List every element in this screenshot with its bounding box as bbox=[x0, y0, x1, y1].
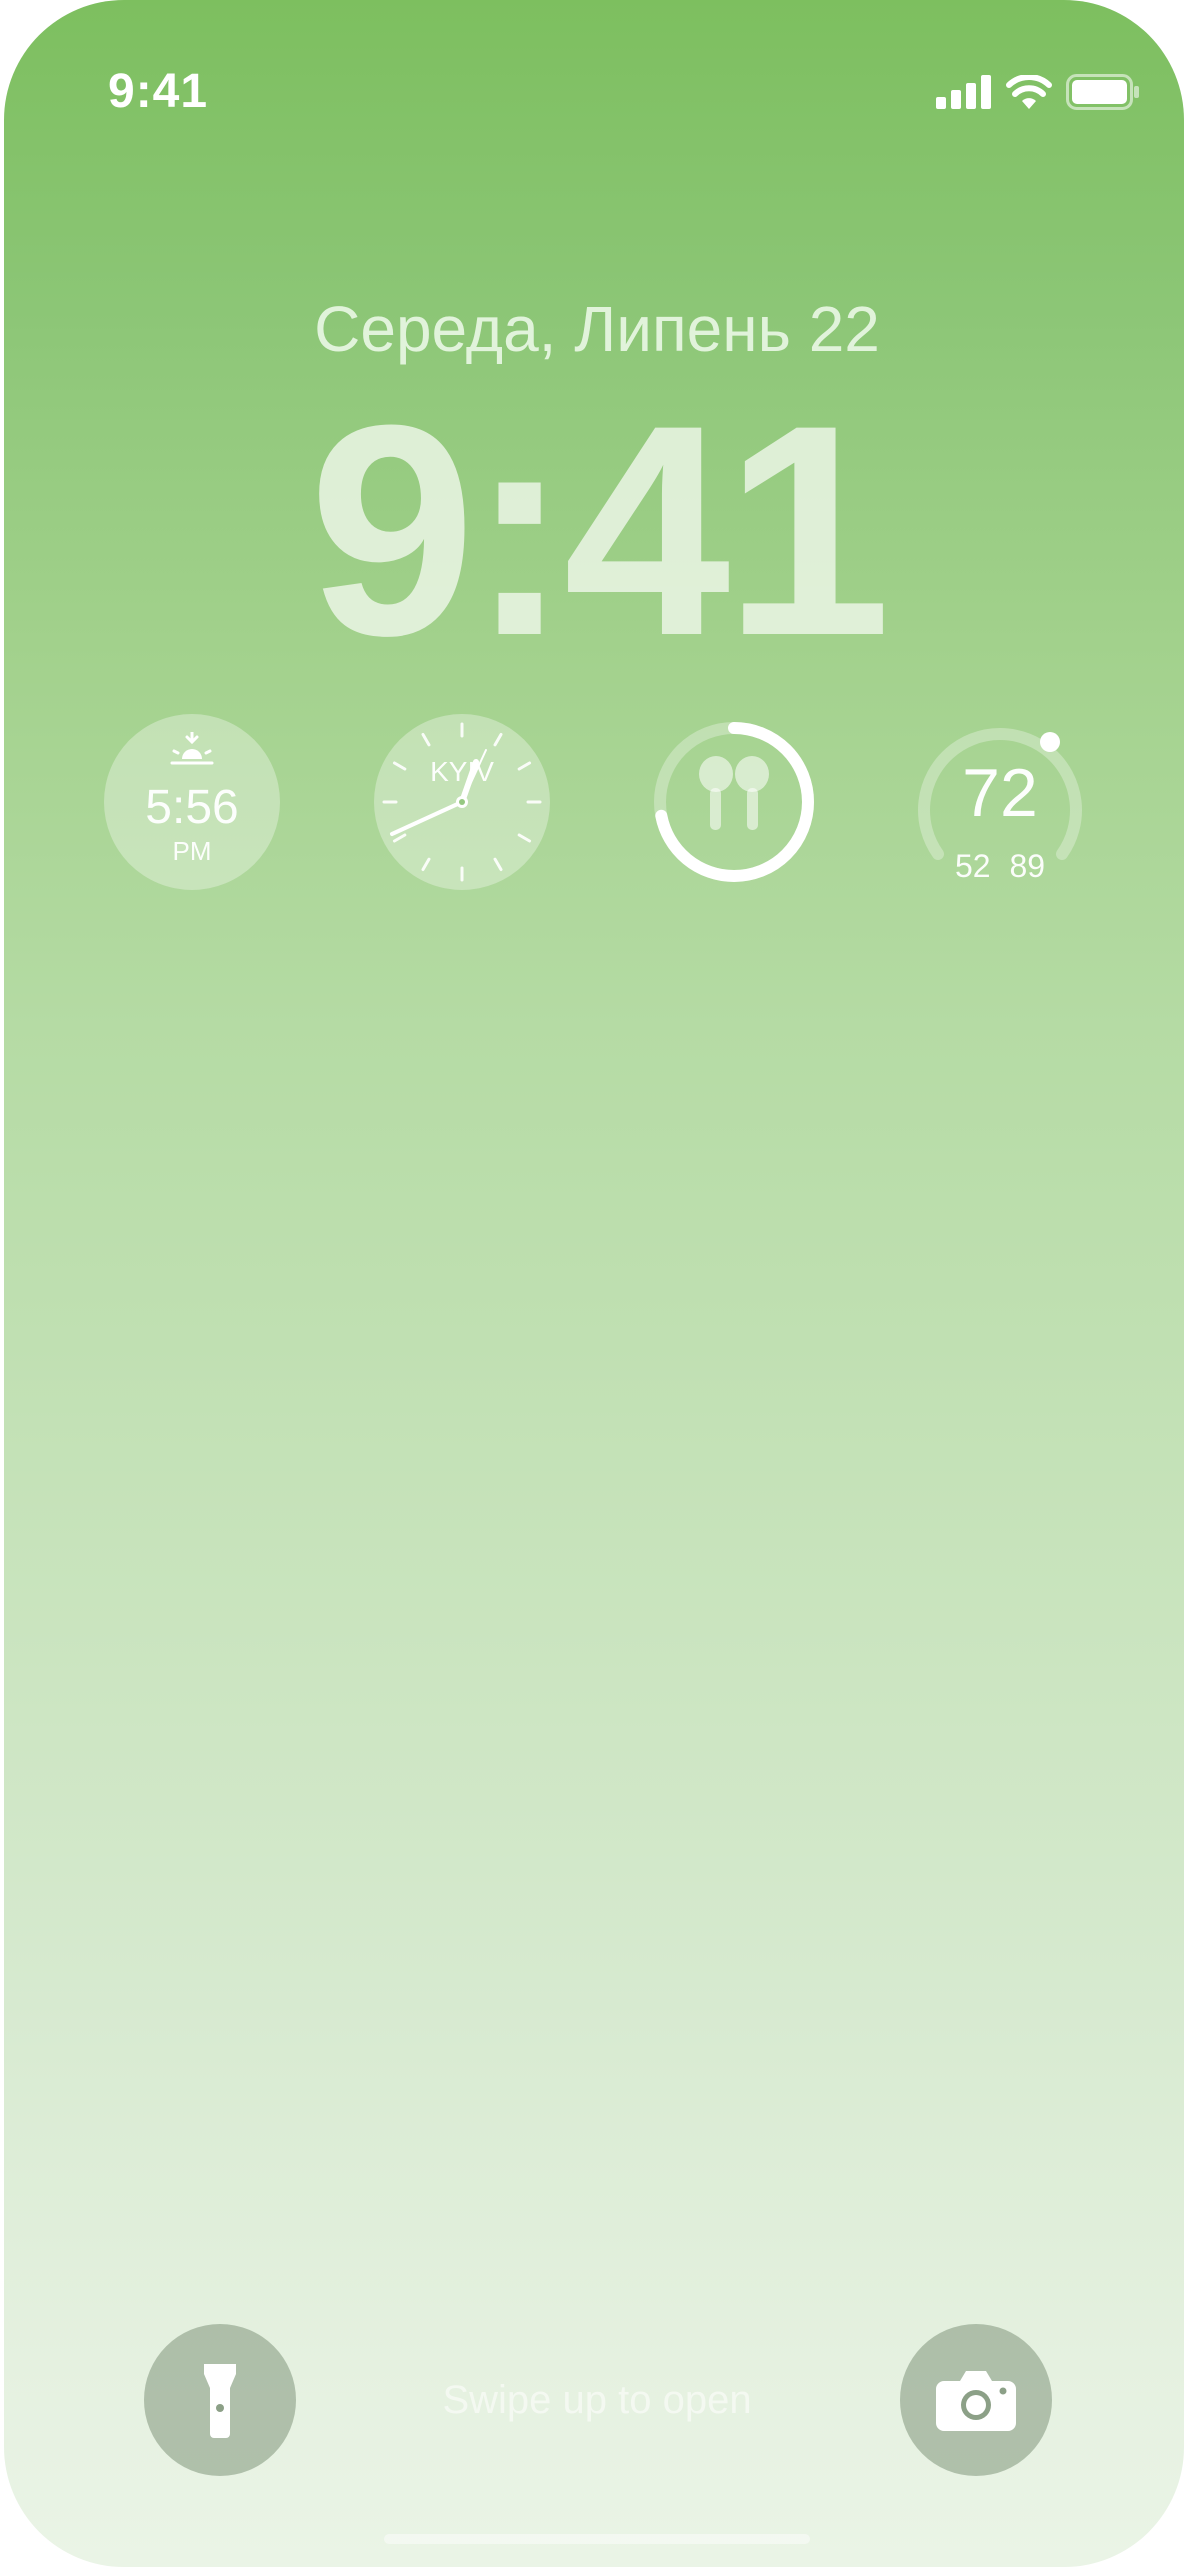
wifi-icon bbox=[1006, 75, 1052, 109]
sunset-icon bbox=[170, 732, 214, 765]
status-bar-icons bbox=[936, 74, 1140, 110]
clock-tick bbox=[421, 732, 431, 747]
high-temperature: 89 bbox=[1009, 848, 1046, 884]
clock-tick bbox=[493, 732, 503, 747]
clock-ticks bbox=[382, 722, 542, 882]
airpods-battery-ring bbox=[654, 722, 814, 882]
home-indicator[interactable] bbox=[384, 2534, 810, 2544]
camera-button[interactable] bbox=[900, 2324, 1052, 2476]
lock-screen: 9:41 Середа, Липень 22 9:41 5:56 PM KYIV… bbox=[4, 0, 1184, 2567]
airpods-icon bbox=[699, 756, 769, 830]
weather-widget[interactable]: 72 52 89 bbox=[912, 714, 1088, 890]
temperature-marker bbox=[1040, 732, 1060, 752]
sunset-ampm: PM bbox=[172, 836, 212, 866]
sunset-time: 5:56 bbox=[145, 781, 239, 834]
status-bar-time: 9:41 bbox=[108, 65, 209, 118]
temperature-range: 52 89 bbox=[912, 848, 1088, 885]
world-clock-face: KYIV bbox=[374, 714, 550, 890]
clock-tick bbox=[421, 857, 431, 872]
camera-icon bbox=[936, 2371, 1016, 2431]
lock-screen-date: Середа, Липень 22 bbox=[314, 293, 880, 365]
world-clock-widget[interactable]: KYIV bbox=[374, 714, 550, 890]
clock-tick bbox=[493, 857, 503, 872]
clock-tick bbox=[517, 833, 532, 843]
airpods-battery-widget[interactable] bbox=[646, 714, 822, 890]
current-temperature: 72 bbox=[962, 755, 1038, 831]
sunset-widget-background: 5:56 PM bbox=[104, 714, 280, 890]
world-clock-city: KYIV bbox=[430, 756, 494, 787]
sunset-widget[interactable]: 5:56 PM bbox=[104, 714, 280, 890]
battery-icon bbox=[1066, 74, 1139, 110]
cellular-signal-icon bbox=[936, 75, 991, 109]
clock-tick bbox=[392, 833, 407, 843]
lock-screen-clock: 9:41 bbox=[308, 362, 891, 698]
clock-minute-hand bbox=[390, 800, 464, 836]
low-temperature: 52 bbox=[954, 848, 991, 884]
